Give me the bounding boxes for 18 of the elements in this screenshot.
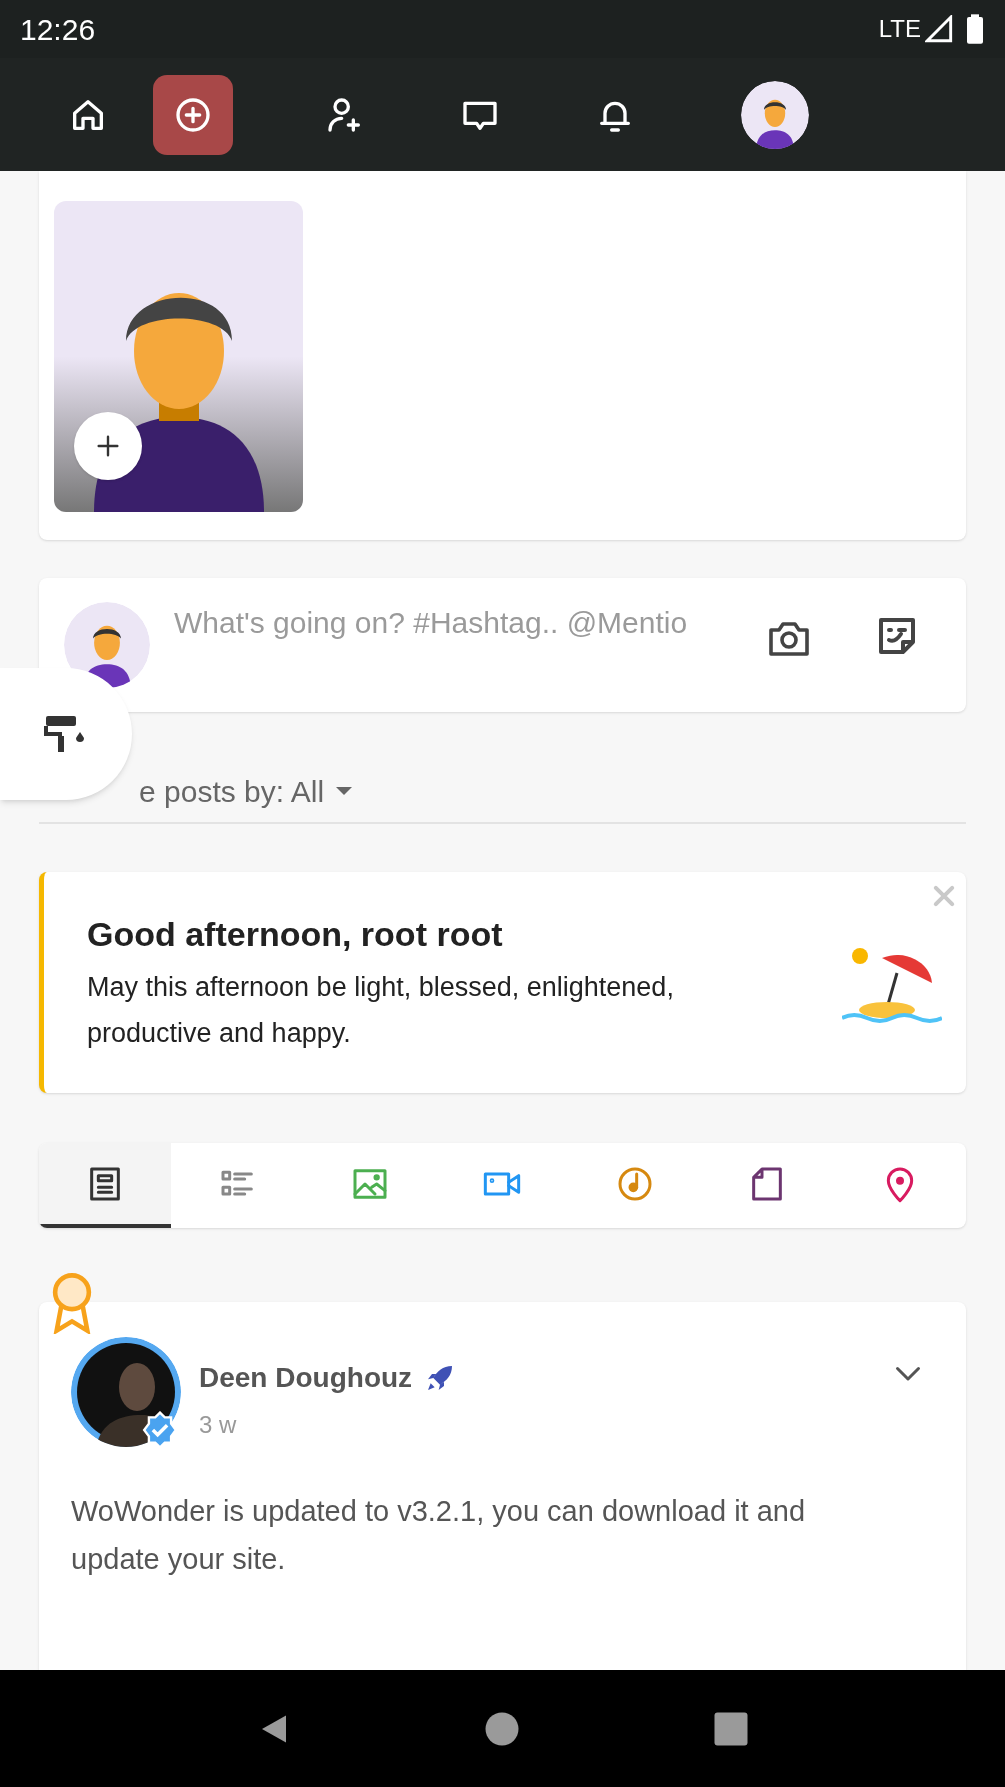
post-type-tab[interactable] xyxy=(39,1143,172,1228)
author-name[interactable]: Deen Doughouz xyxy=(199,1357,413,1399)
greeting-message: May this afternoon be light, blessed, enlightened, productive and happy. xyxy=(87,971,675,1050)
network-type: LTE xyxy=(878,14,921,44)
recents-icon[interactable] xyxy=(712,1710,749,1747)
filter-label[interactable]: e posts by: All xyxy=(139,768,325,814)
theme-paint-button[interactable] xyxy=(0,668,132,800)
signal-icon xyxy=(925,15,953,43)
post-input[interactable]: What's going on? #Hashtag.. @Mentio xyxy=(174,602,759,642)
greeting-title: Good afternoon, root root xyxy=(87,914,504,955)
profile-avatar xyxy=(741,80,809,149)
battery-icon xyxy=(965,13,985,45)
home-circle-icon[interactable] xyxy=(484,1710,521,1747)
nav-button[interactable] xyxy=(153,74,233,155)
post-time[interactable]: 3 w xyxy=(199,1407,457,1443)
clock: 12:26 xyxy=(20,11,96,48)
post-text: WoWonder is updated to v3.2.1, you can download it and update your site. xyxy=(71,1494,807,1577)
dropdown-caret-icon xyxy=(336,787,353,795)
